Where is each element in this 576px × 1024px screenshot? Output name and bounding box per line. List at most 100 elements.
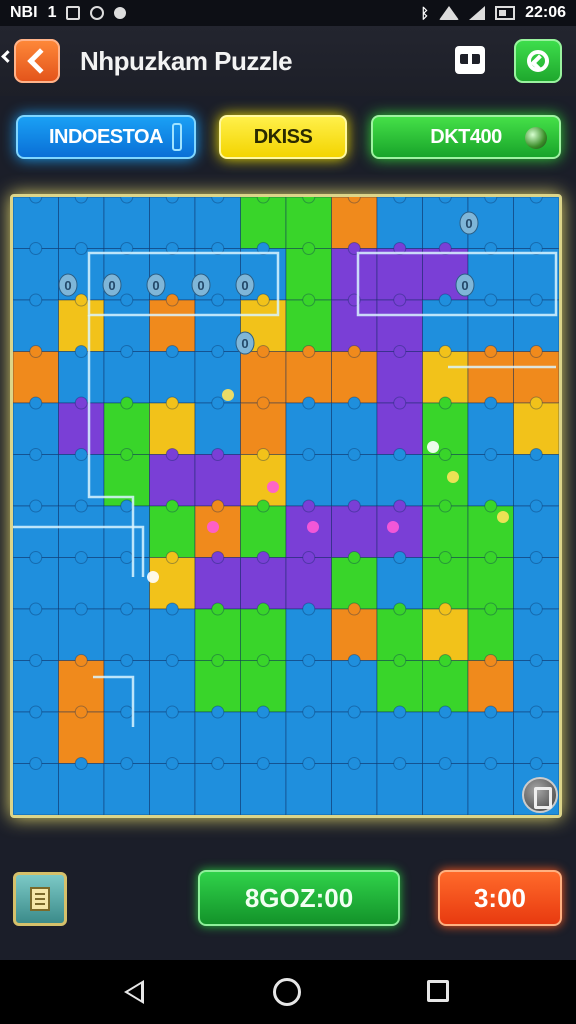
puzzle-piece[interactable] bbox=[331, 402, 378, 455]
puzzle-piece[interactable] bbox=[513, 402, 560, 455]
puzzle-piece[interactable] bbox=[149, 660, 196, 713]
puzzle-piece[interactable] bbox=[240, 197, 287, 249]
puzzle-piece[interactable] bbox=[149, 351, 196, 404]
puzzle-piece[interactable] bbox=[149, 711, 196, 764]
puzzle-piece[interactable] bbox=[13, 402, 59, 455]
puzzle-piece[interactable] bbox=[149, 454, 196, 507]
puzzle-piece[interactable] bbox=[13, 763, 59, 816]
puzzle-piece[interactable] bbox=[513, 505, 560, 558]
puzzle-piece[interactable] bbox=[13, 299, 59, 352]
timer-display[interactable]: 3:00 bbox=[438, 870, 562, 926]
puzzle-piece[interactable] bbox=[58, 763, 105, 816]
puzzle-piece[interactable] bbox=[240, 351, 287, 404]
puzzle-piece[interactable] bbox=[13, 505, 59, 558]
stat-pill-blue[interactable]: INDOESTOA bbox=[16, 115, 196, 159]
puzzle-piece[interactable] bbox=[376, 711, 423, 764]
nav-back-icon[interactable] bbox=[124, 980, 144, 1004]
puzzle-piece[interactable] bbox=[194, 660, 241, 713]
puzzle-piece[interactable] bbox=[103, 351, 150, 404]
puzzle-piece[interactable] bbox=[422, 711, 469, 764]
stat-pill-yellow[interactable]: DKISS bbox=[219, 115, 347, 159]
puzzle-piece[interactable] bbox=[240, 660, 287, 713]
puzzle-piece[interactable] bbox=[240, 711, 287, 764]
score-display[interactable]: 8GOZ:00 bbox=[198, 870, 400, 926]
puzzle-piece[interactable] bbox=[422, 608, 469, 661]
puzzle-piece[interactable] bbox=[467, 711, 514, 764]
puzzle-piece[interactable] bbox=[149, 299, 196, 352]
puzzle-piece[interactable] bbox=[194, 454, 241, 507]
puzzle-piece[interactable] bbox=[467, 299, 514, 352]
puzzle-piece[interactable] bbox=[513, 608, 560, 661]
puzzle-piece[interactable] bbox=[467, 763, 514, 816]
puzzle-piece[interactable] bbox=[467, 402, 514, 455]
puzzle-piece[interactable] bbox=[513, 299, 560, 352]
puzzle-piece[interactable] bbox=[513, 711, 560, 764]
puzzle-piece[interactable] bbox=[194, 557, 241, 610]
puzzle-piece[interactable] bbox=[285, 660, 332, 713]
puzzle-piece[interactable] bbox=[422, 299, 469, 352]
puzzle-piece[interactable] bbox=[58, 608, 105, 661]
puzzle-piece[interactable] bbox=[331, 351, 378, 404]
menu-button[interactable] bbox=[13, 872, 67, 926]
puzzle-piece[interactable] bbox=[240, 608, 287, 661]
puzzle-piece[interactable] bbox=[513, 660, 560, 713]
share-button[interactable] bbox=[514, 39, 562, 83]
puzzle-piece[interactable] bbox=[240, 454, 287, 507]
puzzle-piece[interactable] bbox=[13, 248, 59, 301]
puzzle-piece[interactable] bbox=[285, 351, 332, 404]
puzzle-piece[interactable] bbox=[422, 660, 469, 713]
puzzle-piece[interactable] bbox=[58, 505, 105, 558]
puzzle-piece[interactable] bbox=[331, 763, 378, 816]
puzzle-piece[interactable] bbox=[149, 402, 196, 455]
puzzle-board[interactable]: 0 0 0 0 0 0 0 0 bbox=[10, 194, 562, 818]
puzzle-piece[interactable] bbox=[103, 402, 150, 455]
puzzle-piece[interactable] bbox=[285, 608, 332, 661]
puzzle-piece[interactable] bbox=[13, 197, 59, 249]
puzzle-piece[interactable] bbox=[13, 711, 59, 764]
puzzle-piece[interactable] bbox=[103, 660, 150, 713]
puzzle-piece[interactable] bbox=[467, 248, 514, 301]
puzzle-piece[interactable] bbox=[58, 351, 105, 404]
gift-icon[interactable] bbox=[455, 46, 485, 74]
puzzle-piece[interactable] bbox=[331, 608, 378, 661]
puzzle-piece[interactable] bbox=[376, 608, 423, 661]
puzzle-piece[interactable] bbox=[240, 763, 287, 816]
puzzle-piece[interactable] bbox=[58, 197, 105, 249]
puzzle-piece[interactable] bbox=[331, 557, 378, 610]
puzzle-piece[interactable] bbox=[376, 351, 423, 404]
puzzle-piece[interactable] bbox=[467, 660, 514, 713]
puzzle-piece[interactable] bbox=[194, 763, 241, 816]
puzzle-piece[interactable] bbox=[467, 454, 514, 507]
back-button[interactable] bbox=[14, 39, 60, 83]
puzzle-piece[interactable] bbox=[422, 763, 469, 816]
puzzle-piece[interactable] bbox=[376, 248, 423, 301]
puzzle-piece[interactable] bbox=[58, 557, 105, 610]
puzzle-piece[interactable] bbox=[422, 454, 469, 507]
puzzle-piece[interactable] bbox=[467, 557, 514, 610]
puzzle-piece[interactable] bbox=[513, 351, 560, 404]
puzzle-piece[interactable] bbox=[13, 608, 59, 661]
puzzle-piece[interactable] bbox=[58, 299, 105, 352]
puzzle-piece[interactable] bbox=[331, 299, 378, 352]
puzzle-piece[interactable] bbox=[422, 505, 469, 558]
puzzle-piece[interactable] bbox=[331, 711, 378, 764]
puzzle-piece[interactable] bbox=[103, 299, 150, 352]
puzzle-piece[interactable] bbox=[13, 351, 59, 404]
puzzle-piece[interactable] bbox=[103, 711, 150, 764]
puzzle-piece[interactable] bbox=[285, 763, 332, 816]
puzzle-piece[interactable] bbox=[103, 763, 150, 816]
puzzle-piece[interactable] bbox=[103, 197, 150, 249]
hint-icon[interactable] bbox=[522, 777, 558, 813]
puzzle-piece[interactable] bbox=[149, 505, 196, 558]
puzzle-piece[interactable] bbox=[513, 197, 560, 249]
puzzle-piece[interactable] bbox=[58, 454, 105, 507]
puzzle-piece[interactable] bbox=[285, 197, 332, 249]
puzzle-piece[interactable] bbox=[194, 608, 241, 661]
chevron-left-icon[interactable] bbox=[1, 50, 14, 63]
puzzle-piece[interactable] bbox=[285, 711, 332, 764]
puzzle-piece[interactable] bbox=[58, 711, 105, 764]
puzzle-piece[interactable] bbox=[376, 660, 423, 713]
puzzle-piece[interactable] bbox=[285, 402, 332, 455]
puzzle-piece[interactable] bbox=[376, 402, 423, 455]
puzzle-piece[interactable] bbox=[331, 660, 378, 713]
